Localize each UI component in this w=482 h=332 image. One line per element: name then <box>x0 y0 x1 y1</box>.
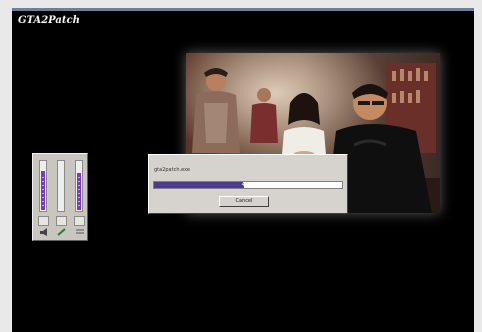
middle-level-meter <box>57 160 65 212</box>
meter-segment <box>78 181 80 182</box>
meter-segment <box>42 197 44 198</box>
meter-segment <box>78 177 80 178</box>
right-level-meter <box>75 160 83 212</box>
meter-segment <box>42 181 44 182</box>
pencil-icon <box>57 228 66 236</box>
meter-segment <box>42 193 44 194</box>
lines-icon <box>76 229 84 234</box>
meter-segment <box>42 189 44 190</box>
meter-segment <box>42 177 44 178</box>
meter-segment <box>78 197 80 198</box>
meter-segment <box>78 193 80 194</box>
left-level-meter <box>39 160 47 212</box>
meter-segment <box>78 201 80 202</box>
window-border <box>12 8 474 11</box>
meter-segment <box>78 185 80 186</box>
left-channel-button[interactable] <box>38 216 49 226</box>
dialog-caption: gta2patch.exe <box>154 167 190 173</box>
meter-segment <box>42 205 44 206</box>
right-channel-button[interactable] <box>74 216 85 226</box>
right-level-fill <box>77 173 81 210</box>
middle-channel-button[interactable] <box>56 216 67 226</box>
meter-segment <box>78 205 80 206</box>
meter-segment <box>42 185 44 186</box>
app-window: GTA2Patch gta2patch.exe 48 % Cancel <box>12 8 474 332</box>
left-level-fill <box>41 171 45 210</box>
volume-mixer-panel <box>32 153 88 241</box>
meter-segment <box>42 201 44 202</box>
meter-segment <box>78 189 80 190</box>
app-title: GTA2Patch <box>18 15 80 26</box>
progress-dialog: gta2patch.exe 48 % Cancel <box>148 154 348 214</box>
progress-text: 48 % <box>241 182 255 188</box>
speaker-icon <box>40 228 47 236</box>
cancel-button[interactable]: Cancel <box>219 196 269 207</box>
progress-bar: 48 % <box>153 181 343 189</box>
